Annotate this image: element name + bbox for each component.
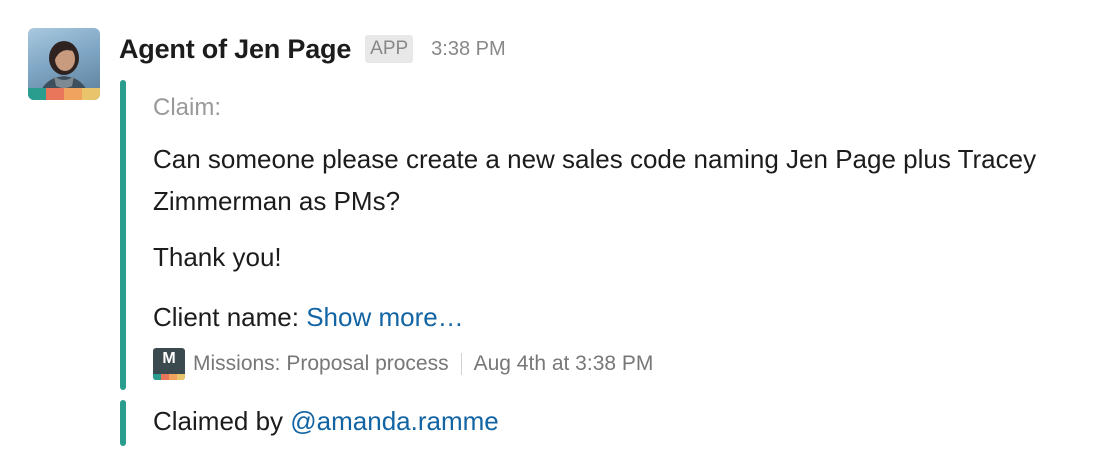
missions-app-letter: M — [162, 350, 176, 367]
attachment-accent-bar — [120, 80, 126, 390]
message-header: Agent of Jen Page APP 3:38 PM — [119, 30, 506, 68]
client-name-label: Client name: — [153, 302, 307, 332]
attachment-footer: M Missions: Proposal process Aug 4th at … — [153, 348, 653, 380]
message-timestamp[interactable]: 3:38 PM — [431, 38, 505, 61]
footer-source: Missions: Proposal process — [193, 352, 449, 375]
attachment-thanks: Thank you! — [153, 242, 282, 272]
claimed-prefix: Claimed by — [153, 406, 291, 436]
missions-app-icon: M — [153, 348, 185, 380]
sender-name[interactable]: Agent of Jen Page — [119, 34, 351, 65]
show-more-link[interactable]: Show more… — [306, 302, 464, 332]
client-name-field: Client name: Show more… — [153, 302, 464, 333]
avatar[interactable] — [28, 28, 100, 100]
app-badge: APP — [365, 35, 414, 63]
attachment-title: Claim: — [153, 94, 222, 121]
claimed-user-mention[interactable]: @amanda.ramme — [290, 406, 498, 436]
avatar-color-stripe — [28, 88, 100, 100]
claimed-text: Claimed by @amanda.ramme — [153, 406, 499, 437]
claim-attachment: Claim: Can someone please create a new s… — [120, 80, 1080, 390]
footer-divider — [460, 353, 462, 375]
attachment-text: Can someone please create a new sales co… — [153, 144, 1037, 216]
footer-date[interactable]: Aug 4th at 3:38 PM — [474, 352, 654, 376]
claimed-accent-bar — [120, 400, 126, 446]
